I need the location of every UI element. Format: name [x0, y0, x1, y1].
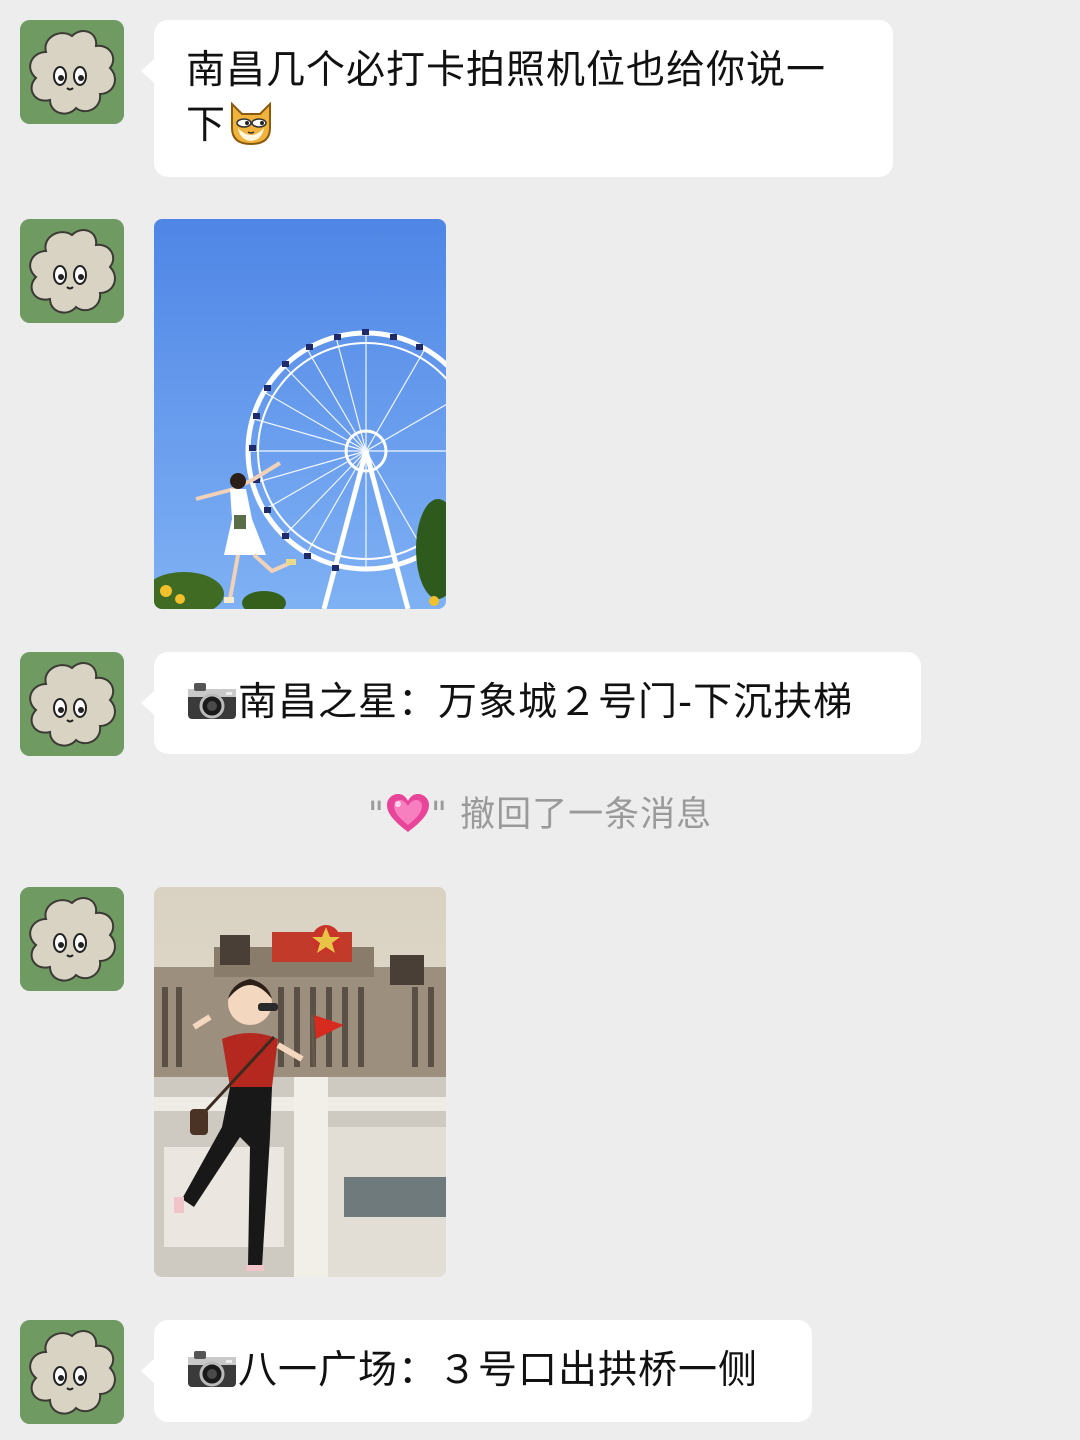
avatar[interactable] [20, 20, 124, 124]
ghost-avatar-icon [20, 652, 124, 756]
ghost-avatar-icon [20, 887, 124, 991]
ferris-wheel-photo[interactable] [154, 219, 446, 609]
camera-emoji [186, 679, 238, 738]
message-bubble-5[interactable]: 八一广场：３号口出拱桥一侧 [141, 1320, 812, 1422]
avatar[interactable] [20, 219, 124, 323]
quote-close: " [430, 795, 449, 835]
message-bubble-1[interactable]: 南昌几个必打卡拍照机位也给你说一下 [141, 20, 893, 177]
quote-open: " [367, 795, 385, 835]
ghost-avatar-icon [20, 219, 124, 323]
bayi-square-photo[interactable] [154, 887, 446, 1277]
pink-heart-emoji [385, 792, 431, 852]
ghost-avatar-icon [20, 1320, 124, 1424]
message-bubble-3[interactable]: 南昌之星：万象城２号门-下沉扶梯 [141, 652, 921, 754]
camera-emoji [186, 1347, 238, 1406]
recall-text: 撤回了一条消息 [460, 795, 713, 835]
message-text: 南昌几个必打卡拍照机位也给你说一下 [186, 48, 827, 148]
avatar[interactable] [20, 887, 124, 991]
ghost-avatar-icon [20, 20, 124, 124]
avatar[interactable] [20, 652, 124, 756]
message-text: 八一广场：３号口出拱桥一侧 [238, 1348, 759, 1393]
message-text: 南昌之星：万象城２号门-下沉扶梯 [238, 680, 854, 725]
doge-cat-emoji [226, 98, 276, 161]
avatar[interactable] [20, 1320, 124, 1424]
recall-notice: " " 撤回了一条消息 [0, 788, 1080, 852]
